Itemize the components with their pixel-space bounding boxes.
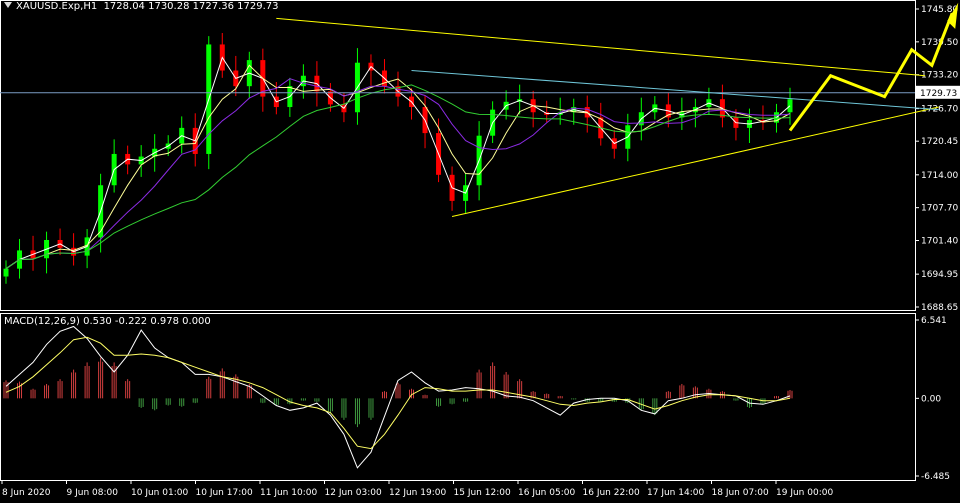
- macd-axis-label: -6.485: [921, 472, 950, 482]
- trading-chart[interactable]: 1745.80 1739.50 1733.20 1726.70 1720.45 1714.…: [0, 0, 960, 499]
- macd-histogram-group: [3, 357, 793, 428]
- time-axis-label: 15 Jun 12:00: [454, 488, 511, 498]
- price-axis-label: 1688.65: [921, 303, 958, 313]
- price-axis-label: 1714.00: [921, 171, 958, 181]
- price-axis-label: 1701.40: [921, 237, 958, 247]
- price-axis-label: 1707.70: [921, 204, 958, 214]
- candle-body: [3, 268, 9, 277]
- macd-axis-label: 6.541: [921, 316, 947, 326]
- time-axis-label: 18 Jun 07:00: [712, 488, 769, 498]
- time-axis-label: 12 Jun 03:00: [325, 488, 382, 498]
- current-price-label: 1729.73: [920, 89, 957, 99]
- symbol-label: XAUUSD.Exp,H1: [16, 1, 98, 12]
- collapse-triangle-icon[interactable]: [4, 2, 12, 8]
- moving-average-slow: [5, 78, 791, 270]
- ohlc-values: 1728.04 1730.28 1727.36 1729.73: [103, 1, 279, 12]
- time-axis-label: 16 Jun 05:00: [518, 488, 575, 498]
- time-axis-label: 12 Jun 19:00: [389, 488, 446, 498]
- chart-canvas[interactable]: 1745.801739.501733.201726.701720.451714.…: [0, 0, 960, 499]
- macd-indicator-label: MACD(12,26,9) 0.530 -0.222 0.978 0.000: [4, 316, 211, 327]
- time-axis-label: 16 Jun 22:00: [583, 488, 640, 498]
- trendline-upper-resistance: [276, 17, 926, 77]
- price-axis-label: 1733.20: [921, 71, 958, 81]
- time-axis-label: 19 Jun 00:00: [776, 488, 833, 498]
- time-axis-label: 10 Jun 17:00: [196, 488, 253, 498]
- price-axis-label: 1720.45: [921, 137, 958, 147]
- price-axis-label: 1694.95: [921, 270, 958, 280]
- time-axis-label: 8 Jun 2020: [2, 488, 51, 498]
- time-axis-label: 17 Jun 14:00: [647, 488, 704, 498]
- main-panel-border: [0, 0, 916, 311]
- chart-title: XAUUSD.Exp,H1 1728.04 1730.28 1727.36 17…: [4, 1, 279, 12]
- time-axis-label: 11 Jun 10:00: [260, 488, 317, 498]
- time-axis-label: 10 Jun 01:00: [131, 488, 188, 498]
- time-axis-label: 9 Jun 08:00: [67, 488, 119, 498]
- macd-axis-label: 0.00: [921, 394, 941, 404]
- candles-group: [3, 32, 793, 284]
- trendline-inner-resistance: [411, 70, 939, 111]
